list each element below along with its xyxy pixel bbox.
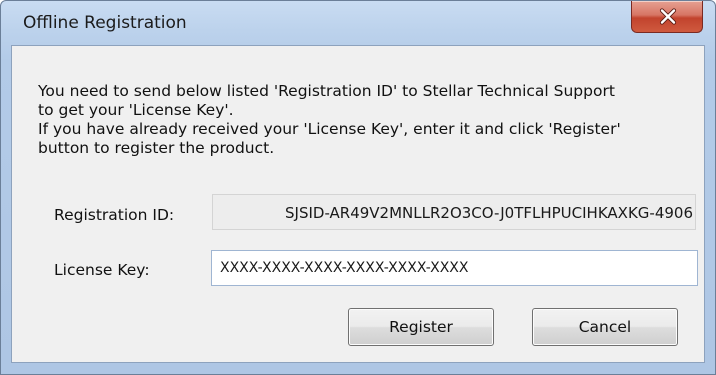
- registration-id-label: Registration ID:: [54, 206, 175, 224]
- instructions-line: You need to send below listed 'Registrat…: [38, 82, 615, 100]
- license-key-label: License Key:: [54, 261, 150, 279]
- instructions-line: to get your 'License Key'.: [38, 101, 234, 119]
- license-key-input[interactable]: [211, 250, 698, 286]
- close-button[interactable]: [631, 1, 703, 33]
- registration-id-field[interactable]: SJSID-AR49V2MNLLR2O3CO-J0TFLHPUCIHKAXKG-…: [212, 194, 696, 230]
- dialog-content: You need to send below listed 'Registrat…: [11, 45, 705, 363]
- offline-registration-dialog: Offline Registration You need to send be…: [0, 0, 716, 375]
- close-icon: [659, 8, 677, 25]
- window-title: Offline Registration: [23, 13, 187, 33]
- title-bar[interactable]: Offline Registration: [1, 1, 715, 45]
- registration-id-value: SJSID-AR49V2MNLLR2O3CO-J0TFLHPUCIHKAXKG-…: [285, 204, 693, 222]
- register-button[interactable]: Register: [348, 308, 494, 346]
- instructions-line: button to register the product.: [38, 139, 275, 157]
- cancel-button[interactable]: Cancel: [532, 308, 678, 346]
- instructions-line: If you have already received your 'Licen…: [38, 120, 621, 138]
- instructions-text: You need to send below listed 'Registrat…: [38, 82, 688, 158]
